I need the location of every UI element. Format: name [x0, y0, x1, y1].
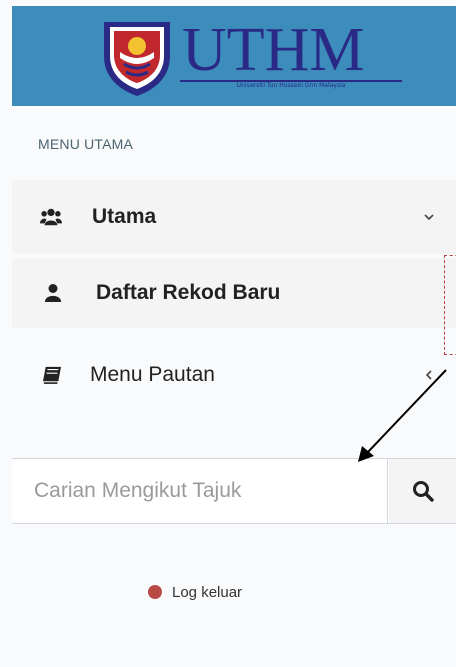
logout-link[interactable]: Log keluar: [148, 580, 242, 604]
app-frame: UTHM Universiti Tun Hussein Onn Malaysia…: [0, 0, 456, 667]
sidebar-item-daftar-rekod-baru[interactable]: Daftar Rekod Baru: [12, 258, 456, 328]
chevron-left-icon[interactable]: [424, 370, 434, 380]
chevron-down-icon[interactable]: [424, 212, 434, 222]
search-icon: [412, 481, 434, 502]
users-icon: [40, 208, 62, 226]
sidebar-item-label: Utama: [92, 205, 157, 228]
search-button[interactable]: [389, 459, 456, 523]
annotation-dashed-box: [444, 255, 456, 355]
logout-dot-icon: [148, 585, 162, 599]
menu-section-header: MENU UTAMA: [12, 106, 456, 180]
search-input[interactable]: [12, 459, 388, 523]
sidebar-item-utama[interactable]: Utama: [12, 180, 456, 254]
search-bar: [12, 458, 456, 524]
logo-subtitle: Universiti Tun Hussein Onn Malaysia: [236, 82, 346, 89]
uthm-logo[interactable]: UTHM Universiti Tun Hussein Onn Malaysia: [88, 16, 402, 98]
sidebar-item-label: Menu Pautan: [90, 363, 215, 386]
header-bar: UTHM Universiti Tun Hussein Onn Malaysia: [12, 6, 456, 106]
book-icon: [43, 366, 61, 384]
logout-label: Log keluar: [172, 583, 243, 601]
logo-text: UTHM: [182, 16, 365, 84]
menu-section-title: MENU UTAMA: [38, 136, 134, 152]
user-icon: [44, 284, 62, 302]
sidebar-item-menu-pautan[interactable]: Menu Pautan: [12, 338, 456, 412]
uthm-crest-icon: [104, 22, 170, 96]
sidebar-item-label: Daftar Rekod Baru: [96, 281, 281, 304]
